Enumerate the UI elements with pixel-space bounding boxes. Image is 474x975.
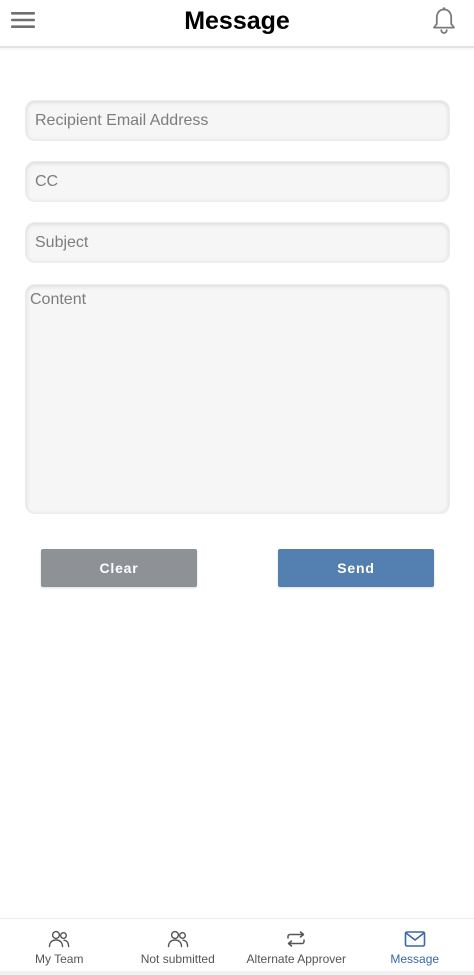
nav-label: Alternate Approver: [246, 952, 346, 966]
bottom-navigation: My Team Not submitted Alternate Approver: [0, 918, 474, 975]
mail-icon: [404, 931, 426, 947]
home-indicator-bar: [0, 971, 474, 975]
content-textarea[interactable]: [25, 284, 450, 514]
cc-input[interactable]: [25, 161, 450, 202]
team-icon: [49, 930, 70, 948]
page-title: Message: [184, 7, 290, 35]
app-header: Message: [0, 0, 474, 48]
send-button[interactable]: Send: [278, 549, 434, 587]
nav-item-my-team[interactable]: My Team: [0, 919, 119, 975]
clear-button[interactable]: Clear: [41, 549, 197, 587]
hamburger-menu-icon: [11, 12, 35, 28]
nav-label: Message: [390, 952, 440, 966]
nav-label: My Team: [35, 952, 84, 966]
recipient-email-input[interactable]: [25, 100, 450, 141]
nav-label: Not submitted: [140, 952, 215, 966]
nav-item-message[interactable]: Message: [356, 919, 474, 975]
message-screen: Message Clear Send My Team: [0, 0, 474, 975]
swap-arrows-icon: [287, 931, 305, 947]
nav-item-alternate-approver[interactable]: Alternate Approver: [237, 919, 356, 975]
users-icon: [167, 930, 189, 948]
notifications-button[interactable]: [430, 6, 458, 36]
bell-icon: [433, 7, 455, 34]
subject-input[interactable]: [25, 222, 450, 263]
menu-button[interactable]: [9, 8, 37, 32]
nav-item-not-submitted[interactable]: Not submitted: [119, 919, 238, 975]
